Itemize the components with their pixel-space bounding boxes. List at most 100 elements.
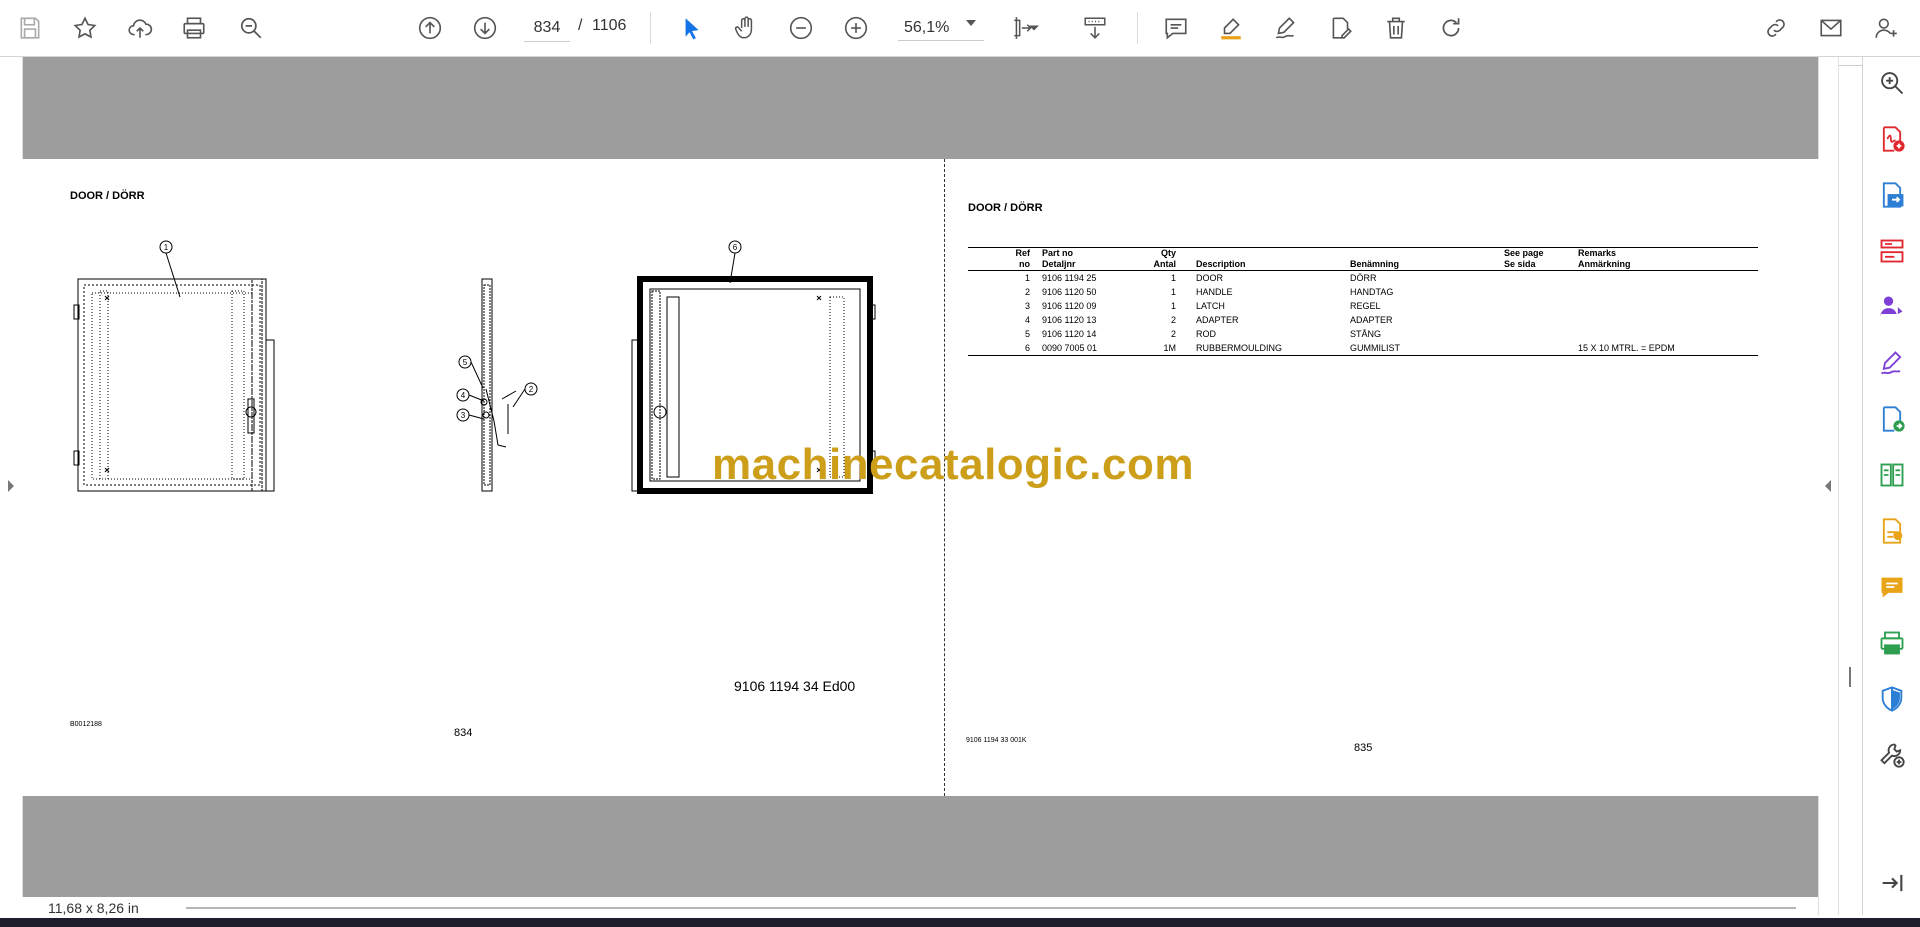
callout-2: 2: [529, 385, 534, 394]
hand-pan-icon[interactable]: [728, 10, 764, 46]
find-icon[interactable]: [233, 10, 269, 46]
cell-ref: 2: [1024, 287, 1030, 297]
cell-rem: [1576, 271, 1758, 286]
toolbar-divider: [650, 12, 651, 44]
cell-rem: [1576, 313, 1758, 327]
draw-icon[interactable]: [1268, 10, 1304, 46]
cell-part: 9106 1120 09: [1042, 301, 1097, 311]
cell-ben: ADAPTER: [1350, 315, 1393, 325]
print-icon[interactable]: [176, 10, 212, 46]
organize-pages-icon[interactable]: [1876, 235, 1908, 267]
current-page-input[interactable]: 834: [524, 15, 570, 42]
taskbar-edge: [0, 918, 1920, 927]
share-link-icon[interactable]: [1758, 10, 1794, 46]
more-tools-icon[interactable]: [1876, 739, 1908, 771]
page-down-icon[interactable]: [467, 10, 503, 46]
header-remarks: Remarks Anmärkning: [1576, 247, 1758, 271]
table-row: 6 0090 7005 01 1M RUBBERMOULDING GUMMILIST 15…: [968, 341, 1758, 356]
image-reference: B0012188: [70, 721, 102, 728]
table-row: 1 9106 1194 25 1 DOOR DÖRR: [968, 271, 1758, 286]
fill-sign-icon[interactable]: [1323, 10, 1359, 46]
cell-ben: STÅNG: [1350, 329, 1382, 339]
horizontal-scrollbar[interactable]: [186, 907, 1796, 909]
upload-cloud-icon[interactable]: [122, 10, 158, 46]
scroll-mode-icon[interactable]: [1077, 10, 1113, 46]
right-panel-toggle[interactable]: [1818, 57, 1839, 915]
door-drawing: 1 5 4 3 2 6: [73, 240, 876, 494]
zoom-level-select[interactable]: 56,1%: [898, 15, 984, 41]
drawing-number: 9106 1194 34 Ed00: [734, 678, 856, 694]
cell-desc: RUBBERMOULDING: [1194, 341, 1348, 356]
bookmark-star-icon[interactable]: [67, 10, 103, 46]
print-production-icon[interactable]: [1876, 627, 1908, 659]
cell-qty: 2: [1170, 329, 1176, 339]
page-up-icon[interactable]: [412, 10, 448, 46]
search-zoom-icon[interactable]: [1876, 67, 1908, 99]
header-benamning: Benämning: [1348, 247, 1502, 271]
header-ref: Ref no: [968, 247, 1040, 271]
chevron-right-icon[interactable]: [6, 479, 16, 493]
cell-rem: [1576, 299, 1758, 313]
highlight-icon[interactable]: [1213, 10, 1249, 46]
cell-part: 0090 7005 01: [1040, 341, 1134, 356]
add-comment-icon[interactable]: [1876, 571, 1908, 603]
zoom-value: 56,1%: [904, 18, 950, 36]
chevron-down-icon[interactable]: [1024, 10, 1044, 46]
cell-desc: HANDLE: [1196, 287, 1233, 297]
cell-qty: 1: [1170, 301, 1176, 311]
page-separator: /: [578, 17, 583, 34]
cell-see: [1502, 299, 1576, 313]
cell-ben: GUMMILIST: [1348, 341, 1502, 356]
chevron-left-icon[interactable]: [1823, 479, 1833, 493]
delete-icon[interactable]: [1378, 10, 1414, 46]
right-page-number: 835: [1354, 742, 1373, 754]
zoom-in-icon[interactable]: [838, 10, 874, 46]
comment-icon[interactable]: [1158, 10, 1194, 46]
cell-ben: REGEL: [1350, 301, 1381, 311]
cell-desc: LATCH: [1196, 301, 1225, 311]
cell-ref: 1: [1024, 273, 1030, 283]
callout-5: 5: [463, 358, 468, 367]
select-cursor-icon[interactable]: [673, 10, 709, 46]
combine-files-icon[interactable]: [1876, 515, 1908, 547]
create-pdf-icon[interactable]: [1876, 123, 1908, 155]
scrollbar-thumb[interactable]: [1849, 667, 1851, 687]
fill-and-sign-icon[interactable]: [1876, 347, 1908, 379]
account-icon[interactable]: [1868, 10, 1904, 46]
rotate-icon[interactable]: [1433, 10, 1469, 46]
left-page-number: 834: [454, 727, 473, 739]
toolbar-divider: [1137, 12, 1138, 44]
header-description: Description: [1194, 247, 1348, 271]
left-page-title: DOOR / DÖRR: [70, 190, 145, 202]
cell-ben: HANDTAG: [1350, 287, 1394, 297]
callout-3: 3: [461, 411, 466, 420]
chevron-down-icon[interactable]: [966, 20, 976, 26]
cell-see: [1502, 341, 1576, 356]
table-row: 4 9106 1120 13 2 ADAPTER ADAPTER: [968, 313, 1758, 327]
vertical-scrollbar[interactable]: [1838, 57, 1863, 915]
save-icon[interactable]: [12, 10, 48, 46]
expand-panel-icon[interactable]: [1876, 867, 1908, 899]
header-qty: Qty Antal: [1134, 247, 1194, 271]
cell-qty: 1: [1170, 287, 1176, 297]
cell-ref: 3: [1024, 301, 1030, 311]
left-panel-toggle[interactable]: [0, 57, 23, 915]
cell-qty: 1M: [1134, 341, 1194, 356]
cell-rem: [1576, 327, 1758, 341]
scrollbar-top-cap: [1839, 57, 1863, 66]
cell-ref: 6: [968, 341, 1040, 356]
send-for-review-icon[interactable]: [1876, 403, 1908, 435]
email-icon[interactable]: [1813, 10, 1849, 46]
cell-part: 9106 1120 50: [1042, 287, 1097, 297]
tools-sidebar: [1862, 57, 1920, 915]
status-bar: [22, 897, 1818, 915]
compare-files-icon[interactable]: [1876, 459, 1908, 491]
request-signature-icon[interactable]: [1876, 291, 1908, 323]
right-page-title: DOOR / DÖRR: [968, 202, 1043, 214]
export-pdf-icon[interactable]: [1876, 179, 1908, 211]
zoom-out-icon[interactable]: [783, 10, 819, 46]
cell-see: [1502, 285, 1576, 299]
header-see-page: See page Se sida: [1502, 247, 1576, 271]
callout-4: 4: [461, 391, 466, 400]
protect-icon[interactable]: [1876, 683, 1908, 715]
